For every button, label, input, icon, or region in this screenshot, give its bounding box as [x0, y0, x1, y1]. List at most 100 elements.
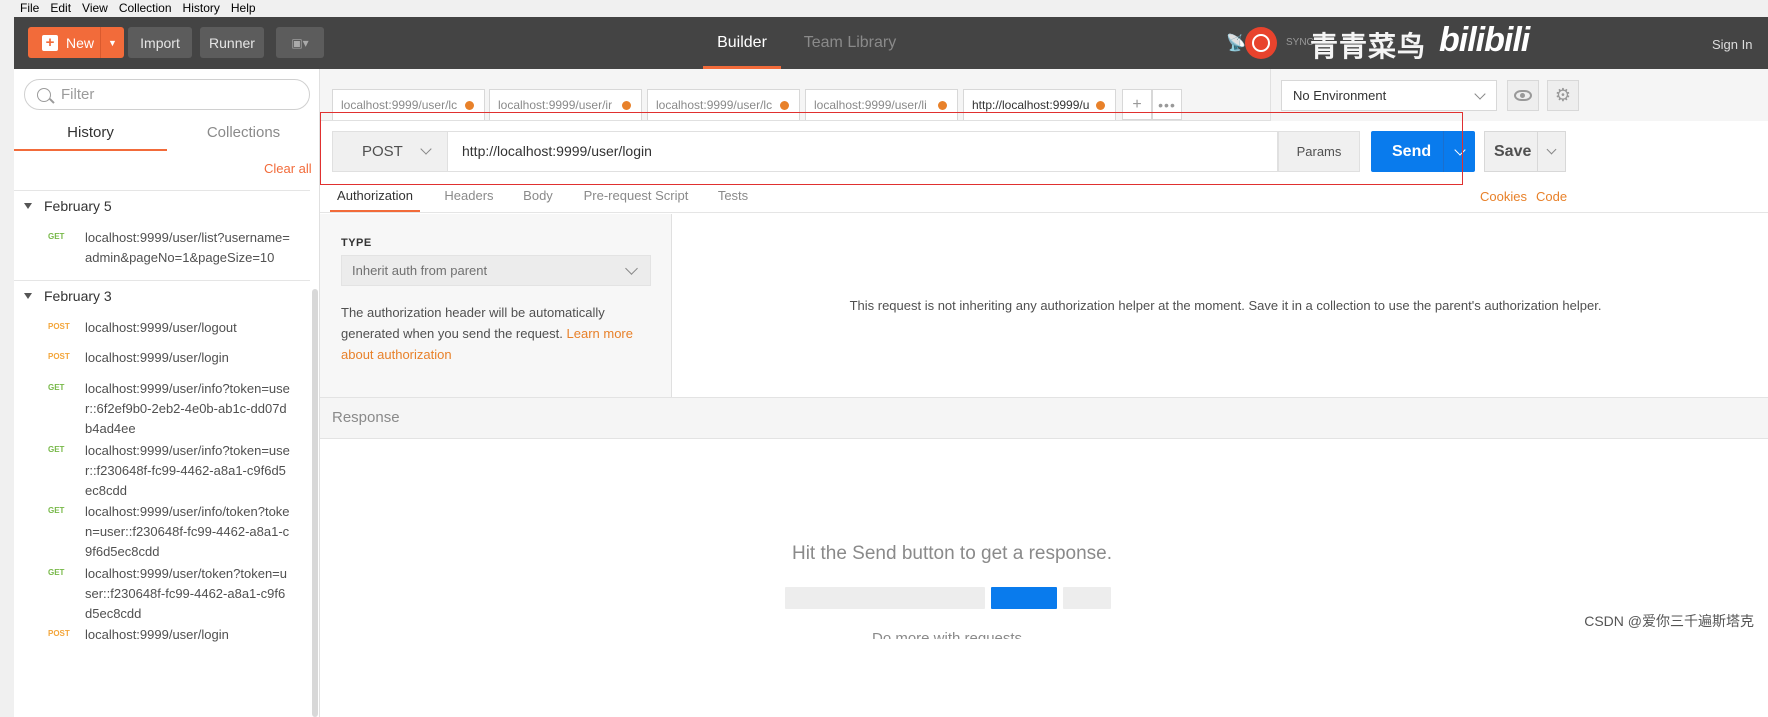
- history-item-url: localhost:9999/user/info?token=user::6f2…: [85, 381, 290, 436]
- request-tab[interactable]: localhost:9999/user/li: [805, 89, 958, 120]
- auth-help-text: The authorization header will be automat…: [341, 302, 651, 365]
- request-tab[interactable]: localhost:9999/user/ir: [489, 89, 642, 120]
- new-window-icon[interactable]: ▣▾: [276, 27, 324, 58]
- history-item[interactable]: GET localhost:9999/user/info?token=user:…: [44, 441, 294, 501]
- history-item[interactable]: POST localhost:9999/user/logout: [44, 318, 294, 338]
- chevron-down-icon: [1474, 88, 1486, 100]
- tab-collections[interactable]: Collections: [167, 121, 320, 151]
- auth-info-text: This request is not inheriting any autho…: [849, 298, 1602, 313]
- history-item[interactable]: GET localhost:9999/user/info?token=user:…: [44, 379, 294, 439]
- eye-icon: [1514, 90, 1532, 101]
- method-badge: GET: [48, 506, 65, 515]
- unsaved-dot-icon: [938, 101, 947, 110]
- auth-type-label: TYPE: [341, 237, 372, 249]
- menu-history[interactable]: History: [183, 0, 220, 17]
- history-item[interactable]: GET localhost:9999/user/token?token=user…: [44, 564, 294, 624]
- history-item[interactable]: GET localhost:9999/user/info/token?token…: [44, 502, 294, 562]
- tab-pre-request-script[interactable]: Pre-request Script: [578, 183, 694, 212]
- bilibili-logo: bilibili: [1439, 21, 1530, 59]
- placeholder-bar: [1063, 587, 1111, 609]
- history-group-header[interactable]: February 3: [24, 288, 112, 304]
- method-value: POST: [362, 143, 403, 160]
- tab-history[interactable]: History: [14, 121, 167, 151]
- cookies-link[interactable]: Cookies: [1480, 183, 1527, 210]
- unsaved-dot-icon: [465, 101, 474, 110]
- gear-icon[interactable]: ⚙: [1547, 80, 1579, 111]
- tab-authorization[interactable]: Authorization: [330, 183, 420, 212]
- filter-input[interactable]: Filter: [24, 79, 310, 110]
- clear-all-link[interactable]: Clear all: [264, 161, 312, 176]
- authorization-panel: TYPE Inherit auth from parent The author…: [320, 214, 672, 397]
- save-button[interactable]: Save: [1484, 131, 1566, 172]
- history-item[interactable]: POST localhost:9999/user/login: [44, 348, 294, 368]
- chevron-down-icon: [420, 143, 432, 155]
- history-item-url: localhost:9999/user/info/token?token=use…: [85, 504, 290, 559]
- request-tab[interactable]: localhost:9999/user/lc: [647, 89, 800, 120]
- environment-select[interactable]: No Environment: [1281, 80, 1497, 111]
- request-tab-bar: localhost:9999/user/lc localhost:9999/us…: [320, 69, 1270, 121]
- tab-headers[interactable]: Headers: [438, 183, 500, 212]
- params-button[interactable]: Params: [1278, 131, 1360, 172]
- chevron-down-icon: [1546, 144, 1557, 155]
- history-group-date: February 3: [44, 288, 112, 304]
- nav-team-library[interactable]: Team Library: [794, 17, 906, 69]
- request-tab-label: http://localhost:9999/u: [972, 98, 1090, 112]
- method-select[interactable]: POST: [332, 131, 448, 172]
- method-badge: GET: [48, 445, 65, 454]
- sign-in-link[interactable]: Sign In: [1712, 37, 1752, 52]
- placeholder-bar-accent: [991, 587, 1057, 609]
- menu-edit[interactable]: Edit: [50, 0, 71, 17]
- response-secondary-text: Do more with requests: [872, 630, 1023, 639]
- nav-builder[interactable]: Builder: [703, 17, 781, 69]
- history-item-url: localhost:9999/user/login: [85, 350, 229, 365]
- divider: [14, 280, 310, 281]
- environment-quick-look-button[interactable]: [1507, 80, 1539, 111]
- menu-view[interactable]: View: [82, 0, 108, 17]
- menu-help[interactable]: Help: [231, 0, 256, 17]
- request-tab[interactable]: localhost:9999/user/lc: [332, 89, 485, 120]
- sidebar-tabs: History Collections: [14, 121, 320, 151]
- method-badge: POST: [48, 352, 70, 361]
- request-tab-label: localhost:9999/user/lc: [656, 98, 773, 112]
- response-hint: Hit the Send button to get a response.: [791, 543, 1113, 564]
- request-url-row: POST http://localhost:9999/user/login Pa…: [320, 121, 1768, 183]
- new-dropdown-caret-icon[interactable]: ▼: [100, 27, 124, 58]
- url-input[interactable]: http://localhost:9999/user/login: [448, 131, 1278, 172]
- divider: [14, 190, 310, 191]
- history-item-url: localhost:9999/user/info?token=user::f23…: [85, 443, 290, 498]
- unsaved-dot-icon: [622, 101, 631, 110]
- new-button[interactable]: + New ▼: [28, 27, 124, 58]
- placeholder-bar: [785, 587, 985, 609]
- history-item-url: localhost:9999/user/list?username=admin&…: [85, 230, 290, 265]
- unsaved-dot-icon: [780, 101, 789, 110]
- auth-info-message: This request is not inheriting any autho…: [673, 214, 1768, 397]
- history-item[interactable]: POST localhost:9999/user/login: [44, 625, 294, 647]
- satellite-icon[interactable]: 📡: [1226, 33, 1246, 53]
- history-item[interactable]: GET localhost:9999/user/list?username=ad…: [44, 228, 294, 268]
- tab-body[interactable]: Body: [516, 183, 560, 212]
- search-icon: [37, 87, 51, 102]
- collapse-caret-icon: [24, 203, 32, 209]
- sync-icon[interactable]: [1245, 27, 1277, 59]
- send-dropdown[interactable]: [1443, 131, 1475, 172]
- tab-tests[interactable]: Tests: [712, 183, 754, 212]
- menu-collection[interactable]: Collection: [119, 0, 172, 17]
- import-button[interactable]: Import: [128, 27, 192, 58]
- code-link[interactable]: Code: [1536, 183, 1567, 210]
- auth-type-select[interactable]: Inherit auth from parent: [341, 255, 651, 286]
- request-sub-tabs: Authorization Headers Body Pre-request S…: [320, 183, 1768, 213]
- send-button[interactable]: Send: [1371, 131, 1475, 172]
- history-group-header[interactable]: February 5: [24, 198, 112, 214]
- more-tabs-icon[interactable]: •••: [1152, 89, 1182, 120]
- method-badge: GET: [48, 232, 65, 241]
- request-tab-active[interactable]: http://localhost:9999/u: [963, 89, 1116, 120]
- save-dropdown[interactable]: [1537, 132, 1565, 171]
- runner-button[interactable]: Runner: [200, 27, 264, 58]
- request-tab-label: localhost:9999/user/li: [814, 98, 927, 112]
- environment-selected: No Environment: [1293, 88, 1387, 103]
- menu-file[interactable]: File: [20, 0, 39, 17]
- sidebar-scrollbar[interactable]: [312, 289, 318, 717]
- request-tab-label: localhost:9999/user/ir: [498, 98, 613, 112]
- chevron-down-icon: [625, 262, 638, 275]
- add-tab-icon[interactable]: +: [1122, 89, 1152, 120]
